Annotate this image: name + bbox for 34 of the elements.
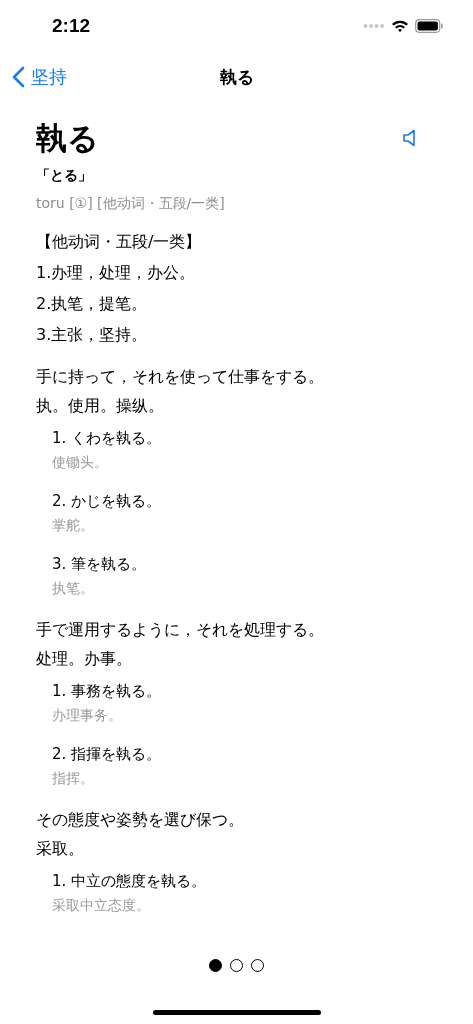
nav-title: 執る xyxy=(219,65,254,89)
definition: 手で運用するように，それを処理する。 xyxy=(36,619,325,641)
definition-translation: 执。使用。操纵。 xyxy=(36,395,165,417)
example-translation: 掌舵。 xyxy=(52,516,95,535)
back-button[interactable]: 坚持 xyxy=(12,65,67,89)
meaning: 2.执笔，提笔。 xyxy=(36,293,149,315)
status-time: 2:12 xyxy=(52,15,91,37)
example-sentence: 1. くわを執る。 xyxy=(52,428,163,449)
example-sentence: 3. 筆を執る。 xyxy=(52,554,148,575)
headword: 執る xyxy=(36,119,99,158)
battery-icon xyxy=(415,19,443,33)
definition: その態度や姿勢を選び保つ。 xyxy=(36,809,245,831)
example-translation: 执笔。 xyxy=(52,579,95,598)
definition-translation: 采取。 xyxy=(36,838,85,860)
definition: 手に持って，それを使って仕事をする。 xyxy=(36,366,325,388)
example-sentence: 1. 中立の態度を執る。 xyxy=(52,871,208,892)
example-translation: 办理事务。 xyxy=(52,706,123,725)
speaker-icon[interactable] xyxy=(403,129,417,147)
example-sentence: 1. 事務を執る。 xyxy=(52,681,163,702)
example-translation: 采取中立态度。 xyxy=(52,896,151,915)
example-translation: 使锄头。 xyxy=(52,453,109,472)
example-sentence: 2. 指揮を執る。 xyxy=(52,744,163,765)
signal-icon xyxy=(363,23,385,29)
definition-translation: 处理。办事。 xyxy=(36,648,133,670)
meaning: 1.办理，处理，办公。 xyxy=(36,262,197,284)
pronunciation: toru [①] [他动词・五段/一类] xyxy=(36,194,226,213)
page-dot[interactable] xyxy=(209,958,222,972)
example-translation: 指挥。 xyxy=(52,769,95,788)
wifi-icon xyxy=(391,19,409,33)
part-of-speech: 【他动词・五段/一类】 xyxy=(36,231,203,253)
reading: 「とる」 xyxy=(36,166,93,185)
meaning: 3.主张，坚持。 xyxy=(36,324,149,346)
chevron-left-icon xyxy=(12,66,25,88)
example-sentence: 2. かじを執る。 xyxy=(52,491,163,512)
